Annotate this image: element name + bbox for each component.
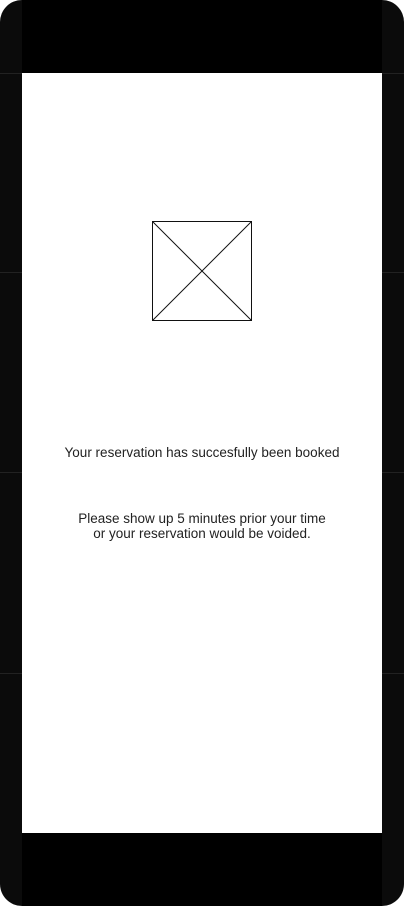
confirmation-headline: Your reservation has succesfully been bo… [64,445,340,460]
arrival-notice: Please show up 5 minutes prior your time… [22,511,382,541]
top-status-area [22,0,382,73]
bottom-navigation-area [22,833,382,906]
confirmation-screen: Your reservation has succesfully been bo… [22,73,382,833]
notice-line: or your reservation would be voided. [93,526,311,541]
notice-line: Please show up 5 minutes prior your time [78,511,326,526]
image-placeholder-icon [152,221,252,321]
phone-frame: Your reservation has succesfully been bo… [0,0,404,906]
